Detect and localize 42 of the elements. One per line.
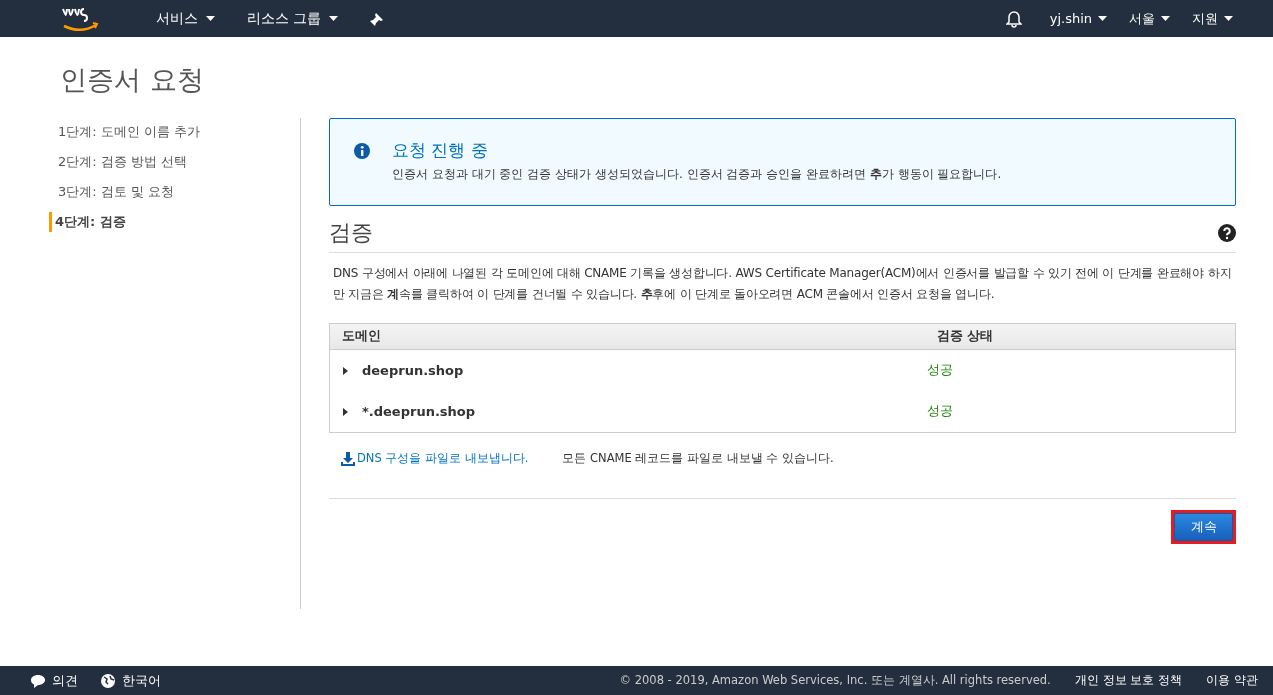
caret-icon — [1224, 16, 1233, 21]
status-text: 성공 — [926, 362, 954, 379]
step-item[interactable]: 3단계: 검토 및 요청 — [55, 182, 300, 202]
caret-icon — [329, 16, 339, 21]
footer-link[interactable]: 이용 약관 — [1206, 672, 1258, 689]
info-icon — [354, 143, 370, 159]
pin-icon[interactable] — [370, 11, 385, 26]
feedback-link[interactable]: 의견 — [30, 671, 78, 690]
export-note: 모든 CNAME 레코드를 파일로 내보낼 수 있습니다. — [562, 451, 834, 466]
account-menu[interactable]: 서울 — [1129, 9, 1170, 28]
account-menu[interactable]: yj.shin — [1049, 11, 1107, 26]
expand-toggle[interactable] — [340, 365, 350, 376]
speech-bubble-icon — [30, 673, 46, 688]
section-description: DNS 구성에서 아래에 나열된 각 도메인에 대해 CNAME 기록을 생성합니다. AWS Certificate Manager(ACM)에서 인증서를 발급할 수 있기 전에 이 단계를 완료해야 하지만 지금은 계속를 클릭하여 이 단계를 건너뛸 수 있습니다. 추후에 이 단계로 돌아오려면 ACM 콘솔에서 인증서 요청을 엽니다. — [333, 265, 1232, 303]
continue-button[interactable]: 계속 — [1174, 513, 1233, 541]
column-header: 도메인 — [341, 328, 382, 345]
step-item[interactable]: 1단계: 도메인 이름 추가 — [55, 122, 300, 142]
nav-menu[interactable]: 서비스 — [156, 9, 215, 28]
step-item[interactable]: 2단계: 검증 방법 선택 — [55, 152, 300, 172]
export-link[interactable]: DNS 구성을 파일로 내보냅니다. — [341, 451, 529, 466]
page-title: 인증서 요청 — [60, 63, 205, 97]
help-icon[interactable] — [1218, 224, 1236, 242]
language-selector[interactable]: 한국어 — [100, 671, 161, 690]
download-icon — [341, 451, 355, 466]
footer-link[interactable]: 개인 정보 보호 정책 — [1074, 672, 1183, 689]
step-item[interactable]: 4단계: 검증 — [49, 212, 300, 232]
column-header: 검증 상태 — [936, 328, 995, 345]
alert-title: 요청 진행 중 — [392, 139, 489, 162]
domain-name: *.deeprun.shop — [362, 404, 476, 419]
caret-icon — [1098, 16, 1107, 21]
section-title: 검증 — [329, 219, 373, 247]
globe-icon — [100, 672, 116, 689]
account-menu[interactable]: 지원 — [1192, 9, 1233, 28]
bell-icon[interactable] — [1005, 9, 1022, 28]
caret-icon — [206, 16, 215, 21]
nav-menu[interactable]: 리소스 그룹 — [247, 9, 339, 28]
caret-icon — [1161, 16, 1170, 21]
copyright-text: © 2008 - 2019, Amazon Web Services, Inc. 또는 계열사. All rights reserved. — [619, 673, 1051, 688]
expand-toggle[interactable] — [340, 406, 350, 417]
alert-message: 인증서 요청과 대기 중인 검증 상태가 생성되었습니다. 인증서 검증과 승인을 완료하려면 추가 행동이 필요합니다. — [392, 166, 1002, 183]
domain-name: deeprun.shop — [362, 363, 464, 378]
status-text: 성공 — [926, 403, 954, 420]
